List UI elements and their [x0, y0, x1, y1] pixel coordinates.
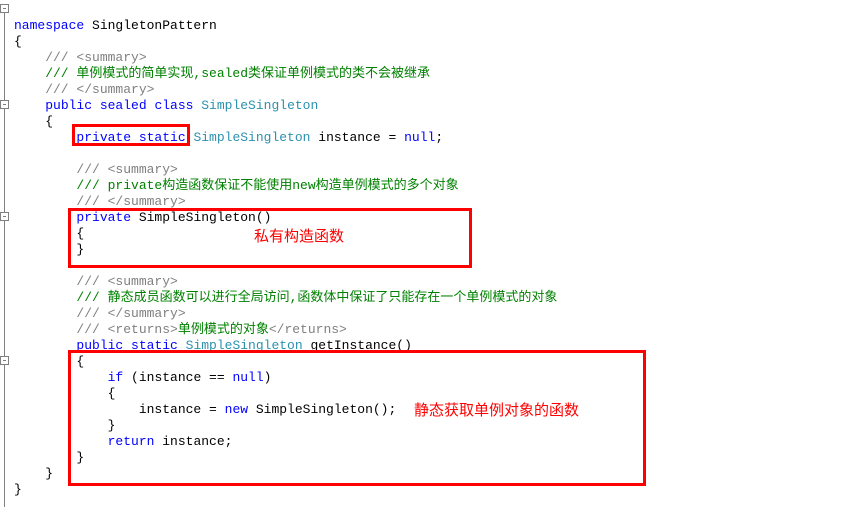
xml-summary-open: /// <summary> [14, 162, 178, 177]
fold-marker[interactable] [0, 4, 9, 13]
doc-comment: /// 静态成员函数可以进行全局访问,函数体中保证了只能存在一个单例模式的对象 [14, 290, 557, 305]
keyword-null: null [404, 130, 435, 145]
brace: } [14, 482, 22, 497]
brace: } [14, 466, 53, 481]
keyword-class: class [147, 98, 194, 113]
xml-summary-close: /// </summary> [14, 306, 186, 321]
brace: { [14, 114, 53, 129]
field-decl: instance = [310, 130, 404, 145]
brace: { [14, 34, 22, 49]
xml-summary-open: /// <summary> [14, 274, 178, 289]
fold-marker[interactable] [0, 212, 9, 221]
xml-summary-open: /// <summary> [14, 50, 147, 65]
fold-marker[interactable] [0, 100, 9, 109]
xml-returns-open: /// <returns> [14, 322, 178, 337]
namespace-name: SingletonPattern [84, 18, 217, 33]
semicolon: ; [435, 130, 443, 145]
type-name: SimpleSingleton [186, 130, 311, 145]
xml-summary-close: /// </summary> [14, 194, 186, 209]
doc-comment: /// 单例模式的简单实现,sealed类保证单例模式的类不会被继承 [14, 66, 430, 81]
xml-returns-close: </returns> [269, 322, 347, 337]
keyword-sealed: sealed [92, 98, 147, 113]
annotation-getinstance: 静态获取单例对象的函数 [414, 404, 579, 420]
keyword-namespace: namespace [14, 18, 84, 33]
outline-gutter [0, 2, 11, 522]
highlight-box-field [72, 124, 190, 146]
keyword-public: public [45, 98, 92, 113]
class-name: SimpleSingleton [193, 98, 318, 113]
annotation-ctor: 私有构造函数 [254, 230, 344, 246]
fold-marker[interactable] [0, 356, 9, 365]
doc-comment: /// private构造函数保证不能使用new构造单例模式的多个对象 [14, 178, 459, 193]
xml-summary-close: /// </summary> [14, 82, 154, 97]
returns-text: 单例模式的对象 [178, 322, 269, 337]
